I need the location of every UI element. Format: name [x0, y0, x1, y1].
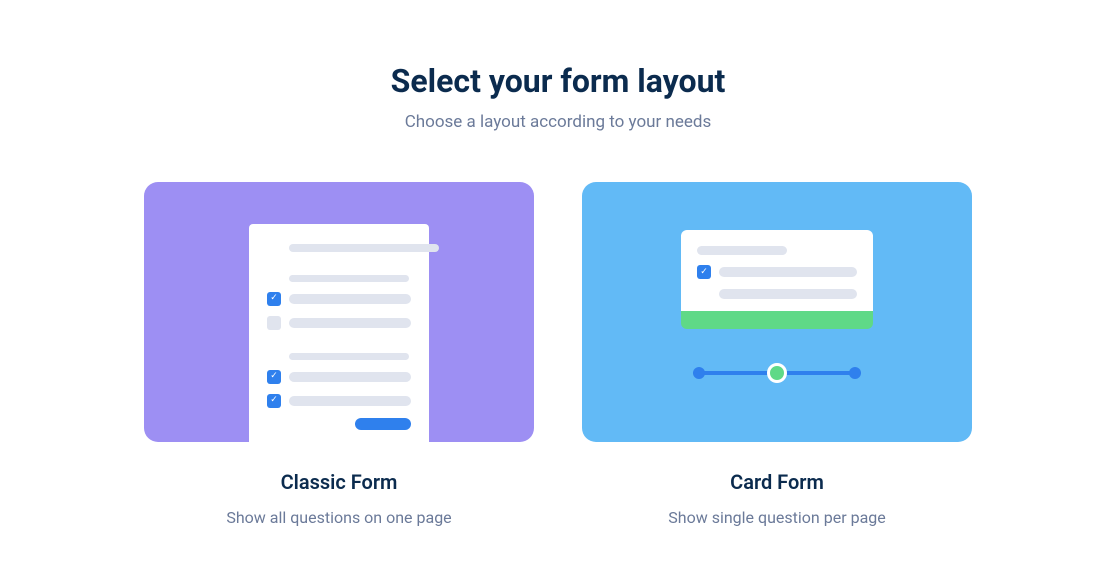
placeholder-checkrow: ✓	[697, 265, 857, 279]
progress-stepper-icon	[693, 371, 861, 375]
checkbox-unchecked-icon	[267, 316, 281, 330]
option-title: Card Form	[730, 470, 824, 494]
placeholder-checkrow	[267, 316, 411, 330]
card-form-mock: ✓	[681, 230, 873, 375]
placeholder-checkrow: ✓	[267, 292, 411, 306]
placeholder-checkrow: ✓	[267, 394, 411, 408]
classic-form-mock: ✓ ✓ ✓	[249, 224, 429, 442]
placeholder-line	[289, 318, 411, 328]
placeholder-line	[289, 353, 409, 360]
option-title: Classic Form	[281, 470, 398, 494]
page-title: Select your form layout	[391, 62, 726, 100]
option-card-form[interactable]: ✓ Card Form Show single question per pag…	[582, 182, 972, 527]
placeholder-line	[289, 372, 411, 382]
placeholder-line	[719, 289, 857, 299]
option-description: Show single question per page	[668, 508, 885, 527]
layout-options-row: ✓ ✓ ✓ Classic Form	[144, 182, 972, 527]
step-dot-icon	[693, 367, 705, 379]
checkbox-checked-icon: ✓	[267, 292, 281, 306]
step-dot-active-icon	[767, 363, 787, 383]
checkbox-checked-icon: ✓	[697, 265, 711, 279]
placeholder-line	[719, 267, 857, 277]
card-body: ✓	[681, 230, 873, 311]
card-preview-illustration: ✓	[582, 182, 972, 442]
placeholder-line	[289, 396, 411, 406]
option-description: Show all questions on one page	[226, 508, 451, 527]
checkbox-checked-icon: ✓	[267, 394, 281, 408]
page-subtitle: Choose a layout according to your needs	[405, 112, 712, 132]
placeholder-line	[289, 275, 409, 282]
checkbox-checked-icon: ✓	[267, 370, 281, 384]
classic-preview-illustration: ✓ ✓ ✓	[144, 182, 534, 442]
placeholder-line	[289, 294, 411, 304]
placeholder-line	[289, 244, 439, 252]
step-dot-icon	[849, 367, 861, 379]
option-classic-form[interactable]: ✓ ✓ ✓ Classic Form	[144, 182, 534, 527]
placeholder-checkrow: ✓	[267, 370, 411, 384]
submit-button-icon	[355, 418, 411, 430]
placeholder-line	[697, 246, 787, 255]
card-footer-bar	[681, 311, 873, 329]
